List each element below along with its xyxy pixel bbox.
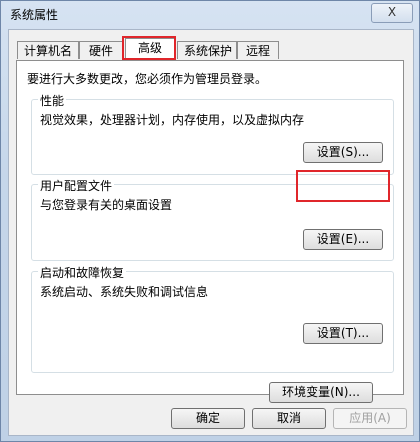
performance-title: 性能 bbox=[38, 92, 67, 109]
admin-note: 要进行大多数更改，您必须作为管理员登录。 bbox=[27, 72, 268, 86]
title-bar[interactable]: 系统属性 X bbox=[1, 1, 419, 29]
window-title: 系统属性 bbox=[10, 8, 59, 22]
performance-group: 性能 视觉效果，处理器计划，内存使用，以及虚拟内存 设置(S)... bbox=[31, 92, 394, 175]
cancel-button[interactable]: 取消 bbox=[252, 408, 326, 429]
tab-remote[interactable]: 远程 bbox=[237, 41, 279, 59]
startup-recovery-settings-button[interactable]: 设置(T)... bbox=[303, 323, 383, 344]
apply-button[interactable]: 应用(A) bbox=[333, 408, 407, 429]
ok-button[interactable]: 确定 bbox=[171, 408, 245, 429]
startup-recovery-group: 启动和故障恢复 系统启动、系统失败和调试信息 设置(T)... bbox=[31, 264, 394, 373]
startup-recovery-description: 系统启动、系统失败和调试信息 bbox=[40, 285, 209, 299]
advanced-tab-panel: 要进行大多数更改，您必须作为管理员登录。 性能 视觉效果，处理器计划，内存使用，… bbox=[16, 60, 404, 403]
user-profiles-settings-button[interactable]: 设置(E)... bbox=[303, 229, 383, 250]
tab-hardware[interactable]: 硬件 bbox=[79, 41, 123, 59]
tab-advanced[interactable]: 高级 bbox=[125, 38, 175, 60]
close-button[interactable]: X bbox=[371, 3, 413, 23]
tab-computer-name[interactable]: 计算机名 bbox=[17, 41, 79, 59]
performance-settings-button[interactable]: 设置(S)... bbox=[303, 142, 383, 163]
close-icon: X bbox=[387, 5, 397, 19]
environment-variables-button[interactable]: 环境变量(N)... bbox=[269, 382, 373, 403]
dialog-client-area: 计算机名 硬件 高级 系统保护 远程 要进行大多数更改，您必须作为管理员登录。 … bbox=[8, 29, 414, 436]
user-profiles-description: 与您登录有关的桌面设置 bbox=[40, 198, 173, 212]
user-profiles-title: 用户配置文件 bbox=[38, 177, 115, 194]
system-properties-window: 系统属性 X 计算机名 硬件 高级 系统保护 远程 要进行大多数更改，您必须作为… bbox=[0, 0, 420, 442]
user-profiles-group: 用户配置文件 与您登录有关的桌面设置 设置(E)... bbox=[31, 177, 394, 261]
startup-recovery-title: 启动和故障恢复 bbox=[38, 264, 127, 281]
tab-system-protection[interactable]: 系统保护 bbox=[177, 41, 237, 59]
performance-description: 视觉效果，处理器计划，内存使用，以及虚拟内存 bbox=[40, 113, 305, 127]
